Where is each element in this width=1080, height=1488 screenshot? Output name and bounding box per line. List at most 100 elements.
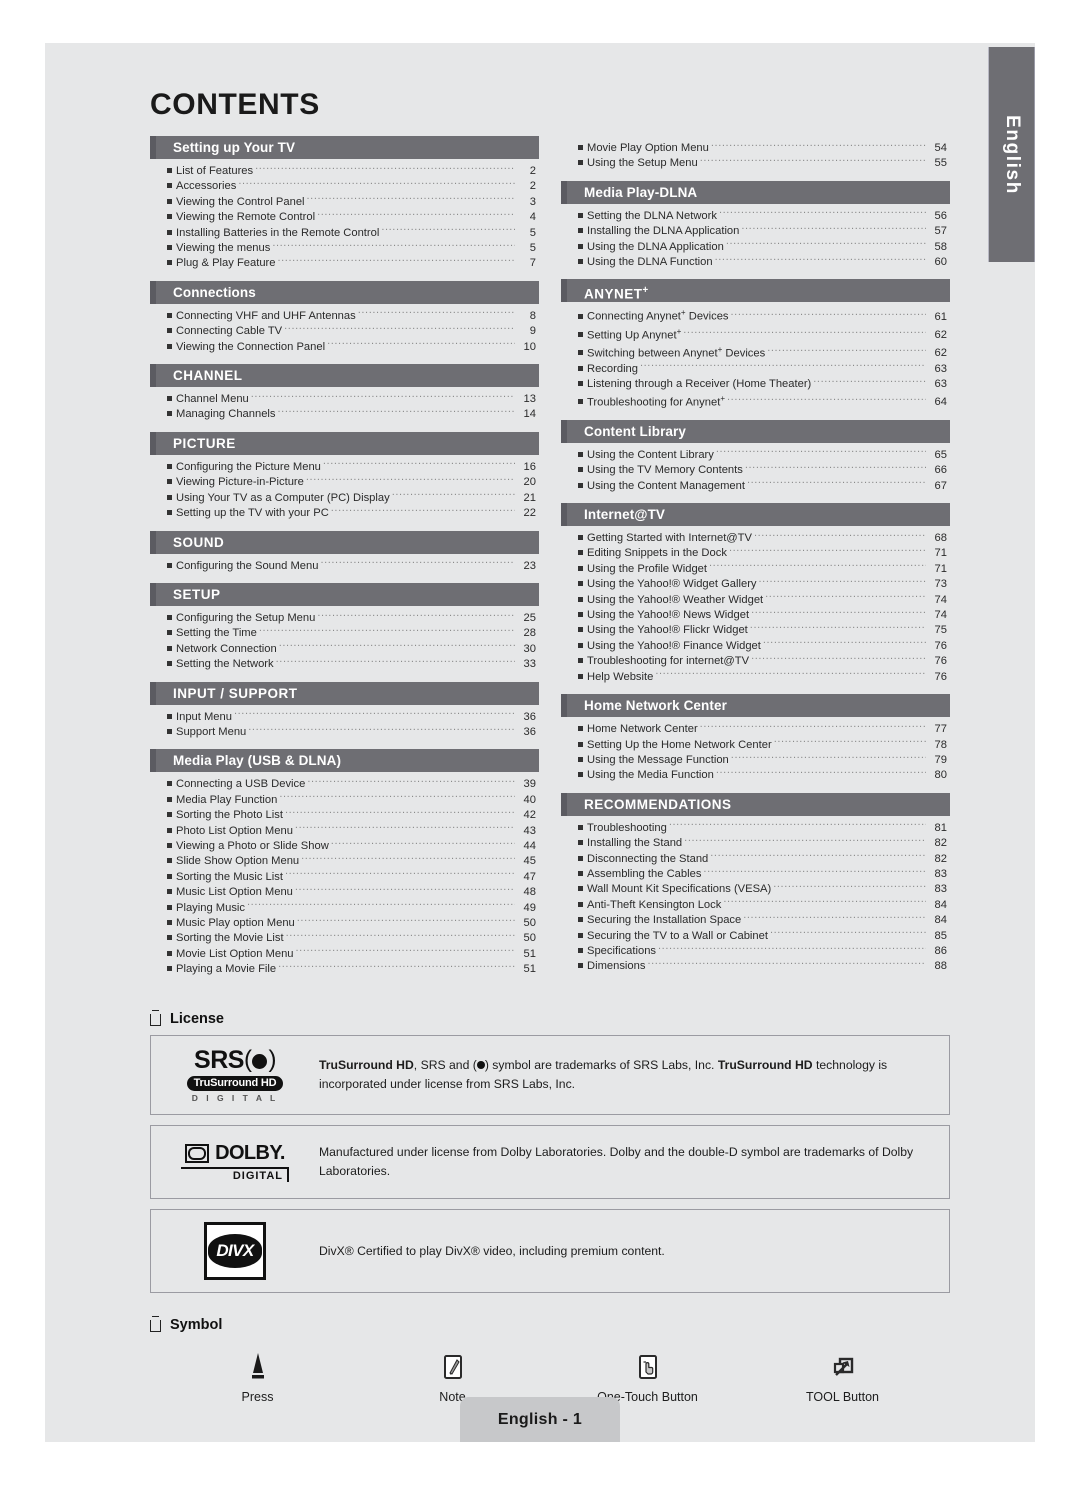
toc-entry[interactable]: Using the Yahoo!® News Widget 74 — [561, 607, 950, 622]
toc-entry-label: Music List Option Menu — [176, 886, 293, 899]
toc-entry[interactable]: Assembling the Cables 83 — [561, 866, 950, 881]
toc-entry-page: 76 — [934, 639, 947, 652]
toc-entry[interactable]: Setting the Network 33 — [150, 656, 539, 671]
toc-entry[interactable]: Viewing Picture-in-Picture 20 — [150, 474, 539, 489]
toc-entry-label: Disconnecting the Stand — [587, 852, 709, 865]
square-bullet-icon — [578, 932, 583, 938]
toc-entry[interactable]: Wall Mount Kit Specifications (VESA) 83 — [561, 881, 950, 896]
toc-entry[interactable]: Input Menu 36 — [150, 709, 539, 724]
toc-entry[interactable]: Specifications 86 — [561, 943, 950, 958]
toc-entry[interactable]: Troubleshooting for internet@TV 76 — [561, 653, 950, 668]
toc-entry[interactable]: List of Features 2 — [150, 163, 539, 178]
toc-entry[interactable]: Channel Menu 13 — [150, 391, 539, 406]
toc-entry[interactable]: Managing Channels 14 — [150, 406, 539, 421]
toc-entry-label: Troubleshooting for internet@TV — [587, 655, 750, 668]
toc-section-items: Using the Content Library65Using the TV … — [561, 443, 950, 495]
toc-entry[interactable]: Setting the DLNA Network 56 — [561, 208, 950, 223]
toc-entry[interactable]: Disconnecting the Stand 82 — [561, 851, 950, 866]
toc-entry[interactable]: Using the Message Function 79 — [561, 752, 950, 767]
leader-dots — [358, 308, 515, 319]
dolby-double-d-icon — [185, 1144, 210, 1164]
leader-dots — [317, 610, 515, 621]
square-bullet-icon — [578, 399, 583, 405]
toc-entry[interactable]: Configuring the Sound Menu 23 — [150, 558, 539, 573]
square-bullet-icon — [578, 673, 583, 679]
toc-entry[interactable]: Music Play option Menu 50 — [150, 915, 539, 930]
toc-section-items: Configuring the Sound Menu 23 — [150, 554, 539, 575]
toc-entry[interactable]: Setting Up the Home Network Center 78 — [561, 737, 950, 752]
toc-entry[interactable]: Photo List Option Menu 43 — [150, 823, 539, 838]
toc-entry[interactable]: Dimensions 88 — [561, 958, 950, 973]
toc-entry-label: Configuring the Picture Menu — [176, 460, 321, 473]
toc-entry[interactable]: Accessories 2 — [150, 178, 539, 193]
toc-entry[interactable]: Installing the Stand 82 — [561, 835, 950, 850]
toc-entry[interactable]: Configuring the Picture Menu 16 — [150, 459, 539, 474]
toc-entry[interactable]: Using the Media Function 80 — [561, 767, 950, 782]
toc-entry[interactable]: Plug & Play Feature 7 — [150, 255, 539, 270]
toc-entry[interactable]: Media Play Function 40 — [150, 792, 539, 807]
square-bullet-icon — [578, 756, 583, 762]
toc-entry[interactable]: Installing Batteries in the Remote Contr… — [150, 225, 539, 240]
toc-entry[interactable]: Using Your TV as a Computer (PC) Display… — [150, 490, 539, 505]
toc-entry[interactable]: Viewing the Control Panel 3 — [150, 194, 539, 209]
toc-entry[interactable]: Viewing a Photo or Slide Show 44 — [150, 838, 539, 853]
toc-entry[interactable]: Connecting Anynet+ Devices 61 — [561, 306, 950, 324]
toc-entry[interactable]: Troubleshooting for Anynet+ 64 — [561, 392, 950, 410]
toc-entry[interactable]: Network Connection 30 — [150, 641, 539, 656]
leader-dots — [238, 178, 515, 189]
toc-entry[interactable]: Using the TV Memory Contents 66 — [561, 462, 950, 477]
toc-entry[interactable]: Listening through a Receiver (Home Theat… — [561, 376, 950, 391]
toc-entry[interactable]: Playing a Movie File 51 — [150, 961, 539, 976]
square-bullet-icon — [578, 947, 583, 953]
toc-entry[interactable]: Setting the Time 28 — [150, 625, 539, 640]
toc-entry[interactable]: Viewing the Remote Control 4 — [150, 209, 539, 224]
toc-entry[interactable]: Setting Up Anynet+ 62 — [561, 325, 950, 343]
toc-entry[interactable]: Movie Play Option Menu 54 — [561, 140, 950, 155]
toc-entry[interactable]: Using the Content Library 65 — [561, 447, 950, 462]
toc-entry[interactable]: Viewing the menus 5 — [150, 240, 539, 255]
toc-entry[interactable]: Sorting the Movie List 50 — [150, 930, 539, 945]
square-bullet-icon — [578, 726, 583, 732]
toc-entry[interactable]: Installing the DLNA Application 57 — [561, 223, 950, 238]
toc-entry[interactable]: Using the Yahoo!® Finance Widget 76 — [561, 638, 950, 653]
toc-entry[interactable]: Using the Yahoo!® Flickr Widget 75 — [561, 622, 950, 637]
leader-dots — [731, 752, 926, 763]
toc-entry[interactable]: Playing Music 49 — [150, 900, 539, 915]
toc-entry[interactable]: Editing Snippets in the Dock 71 — [561, 545, 950, 560]
toc-entry[interactable]: Using the Yahoo!® Widget Gallery 73 — [561, 576, 950, 591]
toc-entry-page: 63 — [934, 362, 947, 375]
toc-entry[interactable]: Configuring the Setup Menu 25 — [150, 610, 539, 625]
toc-entry[interactable]: Switching between Anynet+ Devices 62 — [561, 343, 950, 361]
toc-entry-page: 86 — [934, 944, 947, 957]
toc-entry[interactable]: Using the Content Management 67 — [561, 478, 950, 493]
toc-entry[interactable]: Using the Setup Menu 55 — [561, 155, 950, 170]
toc-entry[interactable]: Slide Show Option Menu 45 — [150, 853, 539, 868]
toc-entry[interactable]: Securing the Installation Space 84 — [561, 912, 950, 927]
toc-entry[interactable]: Viewing the Connection Panel 10 — [150, 339, 539, 354]
toc-entry[interactable]: Using the DLNA Function 60 — [561, 254, 950, 269]
toc-entry[interactable]: Getting Started with Internet@TV 68 — [561, 530, 950, 545]
toc-entry[interactable]: Securing the TV to a Wall or Cabinet 85 — [561, 928, 950, 943]
toc-entry[interactable]: Connecting VHF and UHF Antennas 8 — [150, 308, 539, 323]
divx-word-text: DIVX — [216, 1241, 254, 1261]
toc-entry[interactable]: Using the DLNA Application 58 — [561, 239, 950, 254]
toc-entry[interactable]: Help Website 76 — [561, 669, 950, 684]
square-bullet-icon — [167, 494, 172, 500]
toc-entry[interactable]: Support Menu 36 — [150, 724, 539, 739]
toc-entry[interactable]: Movie List Option Menu 51 — [150, 946, 539, 961]
toc-entry[interactable]: Home Network Center 77 — [561, 721, 950, 736]
toc-entry[interactable]: Recording 63 — [561, 361, 950, 376]
toc-entry[interactable]: Anti-Theft Kensington Lock 84 — [561, 897, 950, 912]
toc-entry[interactable]: Sorting the Music List 47 — [150, 869, 539, 884]
toc-entry[interactable]: Music List Option Menu 48 — [150, 884, 539, 899]
square-bullet-icon — [167, 889, 172, 895]
toc-entry[interactable]: Troubleshooting 81 — [561, 820, 950, 835]
toc-entry[interactable]: Using the Yahoo!® Weather Widget 74 — [561, 592, 950, 607]
toc-entry[interactable]: Connecting a USB Device 39 — [150, 776, 539, 791]
toc-entry[interactable]: Setting up the TV with your PC 22 — [150, 505, 539, 520]
toc-entry-label: Using the Yahoo!® Weather Widget — [587, 593, 764, 606]
toc-entry-page: 62 — [934, 347, 947, 360]
toc-entry[interactable]: Sorting the Photo List 42 — [150, 807, 539, 822]
toc-entry[interactable]: Using the Profile Widget 71 — [561, 561, 950, 576]
toc-entry[interactable]: Connecting Cable TV 9 — [150, 323, 539, 338]
